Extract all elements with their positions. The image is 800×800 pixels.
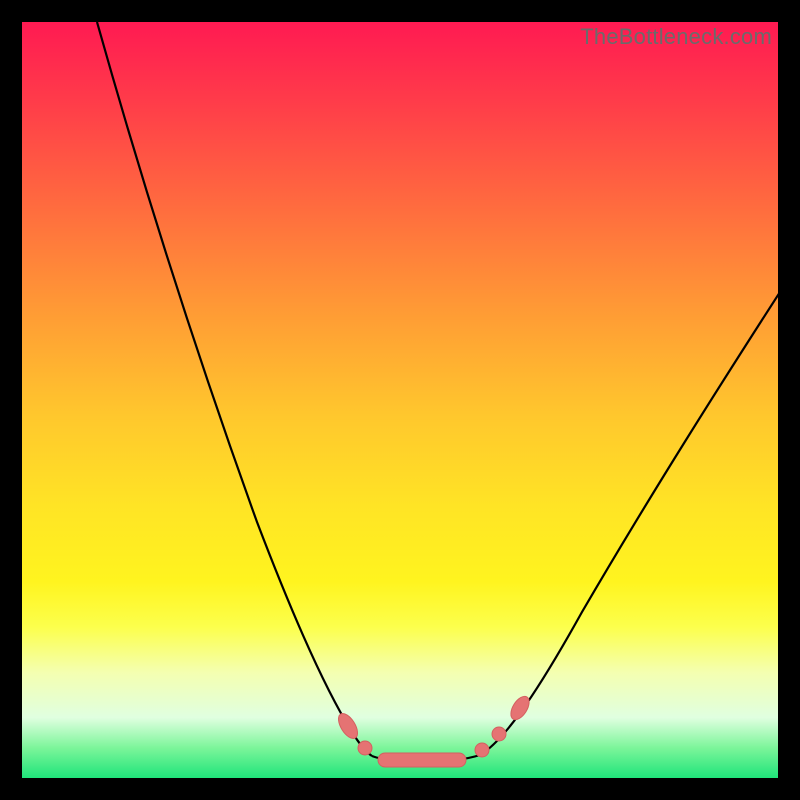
chart-overlay: [22, 22, 778, 778]
bottleneck-curve-bottom: [372, 755, 480, 762]
bead-marker: [335, 710, 362, 741]
bead-group: [335, 693, 533, 767]
bead-marker-bar: [378, 753, 466, 767]
bottleneck-curve-right: [480, 292, 778, 755]
bottleneck-curve-left: [97, 22, 372, 756]
chart-plot-area: TheBottleneck.com: [22, 22, 778, 778]
watermark-text: TheBottleneck.com: [580, 24, 772, 50]
bead-marker: [507, 693, 533, 722]
curve-group: [97, 22, 778, 762]
bead-marker: [492, 727, 506, 741]
bead-marker: [358, 741, 372, 755]
bead-marker: [475, 743, 489, 757]
